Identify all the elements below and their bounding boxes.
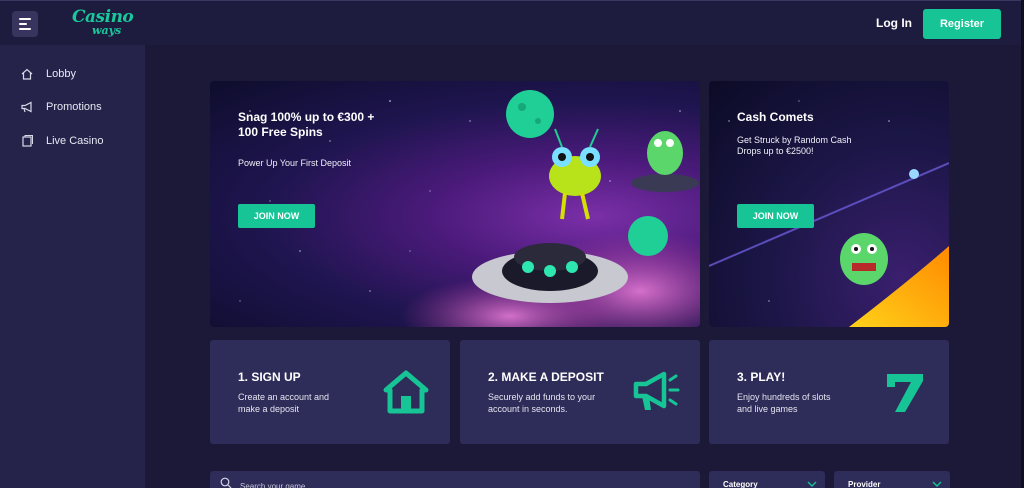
search-input[interactable] bbox=[240, 479, 440, 488]
sidebar-item-label: Live Casino bbox=[46, 135, 104, 147]
top-header: Casino ways Log In Register bbox=[0, 0, 1024, 45]
welcome-bonus-banner[interactable]: Snag 100% up to €300 + 100 Free Spins Po… bbox=[210, 81, 700, 327]
chevron-down-icon bbox=[932, 481, 942, 487]
step-card-make-deposit: 2. MAKE A DEPOSIT Securely add funds to … bbox=[460, 340, 700, 444]
sidebar-item-live-casino[interactable]: Live Casino bbox=[20, 133, 103, 149]
step-desc-line1: Create an account and bbox=[238, 392, 330, 402]
step-card-sign-up: 1. SIGN UP Create an account and make a … bbox=[210, 340, 450, 444]
step-title: 1. SIGN UP bbox=[238, 370, 301, 384]
step-description: Enjoy hundreds of slots and live games bbox=[737, 391, 857, 415]
cash-comets-banner[interactable]: Cash Comets Get Struck by Random Cash Dr… bbox=[709, 81, 949, 327]
step-description: Securely add funds to your account in se… bbox=[488, 391, 608, 415]
category-select-label: Category bbox=[723, 480, 758, 488]
step-desc-line1: Enjoy hundreds of slots bbox=[737, 392, 831, 402]
join-now-button[interactable]: JOIN NOW bbox=[737, 204, 814, 228]
search-icon bbox=[220, 477, 232, 488]
step-desc-line2: account in seconds. bbox=[488, 404, 568, 414]
register-button[interactable]: Register bbox=[923, 9, 1001, 39]
house-icon bbox=[383, 370, 429, 414]
step-desc-line1: Securely add funds to your bbox=[488, 392, 596, 402]
menu-icon-line bbox=[19, 28, 31, 30]
step-card-play: 3. PLAY! Enjoy hundreds of slots and liv… bbox=[709, 340, 949, 444]
menu-icon-line bbox=[19, 23, 27, 25]
cards-icon bbox=[22, 135, 33, 147]
provider-select[interactable]: Provider bbox=[834, 471, 950, 488]
banner-title-line1: Snag 100% up to €300 + bbox=[238, 110, 375, 124]
menu-icon-line bbox=[19, 18, 31, 20]
step-title: 2. MAKE A DEPOSIT bbox=[488, 370, 604, 384]
step-desc-line2: and live games bbox=[737, 404, 798, 414]
sidebar-item-lobby[interactable]: Lobby bbox=[20, 66, 76, 82]
casino-ways-logo[interactable]: Casino ways bbox=[70, 7, 134, 41]
provider-select-label: Provider bbox=[848, 480, 881, 488]
category-select[interactable]: Category bbox=[709, 471, 825, 488]
banner-title: Cash Comets bbox=[737, 110, 814, 124]
step-desc-line2: make a deposit bbox=[238, 404, 300, 414]
game-search-bar[interactable] bbox=[210, 471, 700, 488]
sidebar-item-label: Lobby bbox=[46, 68, 76, 80]
home-icon bbox=[21, 68, 33, 80]
megaphone-icon bbox=[21, 101, 32, 113]
seven-icon bbox=[887, 374, 923, 412]
banner-title-line2: 100 Free Spins bbox=[238, 125, 323, 139]
login-link[interactable]: Log In bbox=[876, 16, 912, 30]
megaphone-icon bbox=[633, 371, 680, 410]
step-title: 3. PLAY! bbox=[737, 370, 786, 384]
sidebar: Lobby Promotions Live Casino bbox=[0, 45, 145, 488]
banner-subtitle: Power Up Your First Deposit bbox=[238, 158, 352, 168]
chevron-down-icon bbox=[807, 481, 817, 487]
sidebar-item-label: Promotions bbox=[46, 101, 102, 113]
step-description: Create an account and make a deposit bbox=[238, 391, 358, 415]
banner-subtitle-line2: Drops up to €2500! bbox=[737, 146, 814, 156]
join-now-button[interactable]: JOIN NOW bbox=[238, 204, 315, 228]
logo-text-sub: ways bbox=[92, 24, 122, 37]
hamburger-menu-button[interactable] bbox=[12, 11, 38, 37]
sidebar-item-promotions[interactable]: Promotions bbox=[20, 99, 102, 115]
